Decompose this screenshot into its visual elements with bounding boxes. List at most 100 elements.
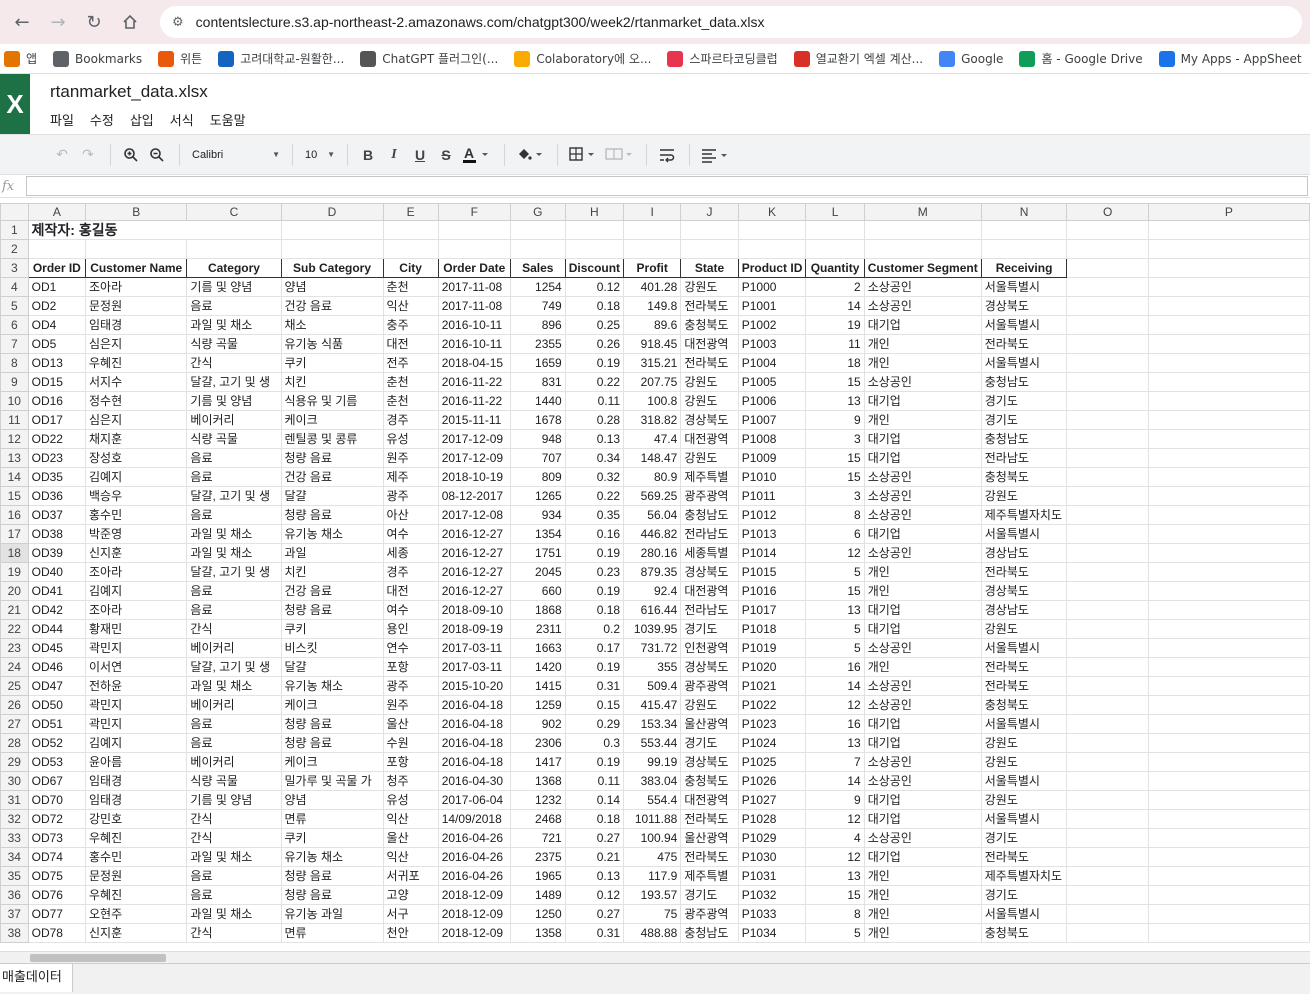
cell[interactable]: 15 <box>805 885 865 905</box>
cell[interactable]: 89.6 <box>623 315 682 335</box>
cell[interactable]: 울산 <box>382 828 439 848</box>
cell[interactable]: 간식 <box>186 809 282 829</box>
cell[interactable]: 곽민지 <box>85 638 188 658</box>
cell[interactable]: 2018-12-09 <box>437 904 511 924</box>
cell[interactable]: OD22 <box>27 429 87 449</box>
cell[interactable]: 207.75 <box>623 372 682 392</box>
cell[interactable] <box>1066 847 1149 867</box>
cell[interactable] <box>1066 923 1149 943</box>
select-all-corner[interactable] <box>0 203 29 221</box>
cell[interactable]: 소상공인 <box>863 638 982 658</box>
row-header[interactable]: 20 <box>0 581 29 601</box>
cell[interactable]: 16 <box>805 657 865 677</box>
row-header[interactable]: 7 <box>0 334 29 354</box>
cell[interactable]: 소상공인 <box>863 296 982 316</box>
cell[interactable]: 0.11 <box>564 391 625 411</box>
cell[interactable]: P1033 <box>737 904 807 924</box>
cell[interactable]: P1000 <box>737 277 807 297</box>
cell[interactable] <box>980 220 1068 240</box>
cell[interactable] <box>680 239 739 259</box>
cell[interactable]: 경상북도 <box>680 410 739 430</box>
cell[interactable]: 대전광역 <box>680 581 739 601</box>
cell[interactable] <box>1147 866 1310 886</box>
header-cell[interactable]: State <box>680 258 739 278</box>
cell[interactable]: 0.12 <box>564 277 625 297</box>
cell[interactable] <box>1066 771 1149 791</box>
row-header[interactable]: 11 <box>0 410 29 430</box>
cell[interactable]: 유기농 식품 <box>280 334 384 354</box>
cell[interactable]: 원주 <box>382 448 439 468</box>
cell[interactable]: P1031 <box>737 866 807 886</box>
column-header[interactable]: P <box>1147 203 1310 221</box>
row-header[interactable]: 28 <box>0 733 29 753</box>
cell[interactable] <box>623 239 682 259</box>
header-cell[interactable]: Quantity <box>805 258 865 278</box>
cell[interactable]: OD35 <box>27 467 87 487</box>
cell[interactable]: 1420 <box>509 657 566 677</box>
cell[interactable]: 0.34 <box>564 448 625 468</box>
cell[interactable] <box>1066 752 1149 772</box>
cell[interactable]: 강원도 <box>980 790 1068 810</box>
cell[interactable]: 1354 <box>509 524 566 544</box>
cell[interactable]: 2468 <box>509 809 566 829</box>
cell[interactable]: 99.19 <box>623 752 682 772</box>
cell[interactable]: 익산 <box>382 847 439 867</box>
cell[interactable]: 660 <box>509 581 566 601</box>
cell[interactable]: 여수 <box>382 600 439 620</box>
cell[interactable] <box>85 239 188 259</box>
header-cell[interactable]: Product ID <box>737 258 807 278</box>
cell[interactable]: 2017-11-08 <box>437 296 511 316</box>
cell[interactable]: 4 <box>805 828 865 848</box>
cell[interactable]: 14 <box>805 676 865 696</box>
cell[interactable]: 과일 및 채소 <box>186 676 282 696</box>
cell[interactable]: 충청남도 <box>980 372 1068 392</box>
cell[interactable]: OD73 <box>27 828 87 848</box>
cell[interactable]: 13 <box>805 600 865 620</box>
cell[interactable]: 개인 <box>863 353 982 373</box>
cell[interactable]: 1011.88 <box>623 809 682 829</box>
cell[interactable]: 2016-04-26 <box>437 866 511 886</box>
cell[interactable]: P1006 <box>737 391 807 411</box>
cell[interactable]: 임태경 <box>85 315 188 335</box>
cell[interactable]: P1025 <box>737 752 807 772</box>
cell[interactable]: OD1 <box>27 277 87 297</box>
cell[interactable]: 서울특별시 <box>980 353 1068 373</box>
cell[interactable]: 청량 음료 <box>280 714 384 734</box>
cell[interactable]: 553.44 <box>623 733 682 753</box>
cell[interactable]: OD44 <box>27 619 87 639</box>
cell[interactable]: 경주 <box>382 410 439 430</box>
cell[interactable]: 2016-04-26 <box>437 828 511 848</box>
cell[interactable]: 개인 <box>863 904 982 924</box>
cell[interactable]: P1034 <box>737 923 807 943</box>
cell[interactable]: 0.35 <box>564 505 625 525</box>
cell[interactable]: 0.25 <box>564 315 625 335</box>
cell[interactable]: 경기도 <box>980 828 1068 848</box>
cell[interactable]: 56.04 <box>623 505 682 525</box>
cell[interactable]: 대전광역 <box>680 790 739 810</box>
cell[interactable] <box>680 220 739 240</box>
cell[interactable]: P1003 <box>737 334 807 354</box>
row-header[interactable]: 4 <box>0 277 29 297</box>
cell[interactable]: 경상남도 <box>980 543 1068 563</box>
cell[interactable] <box>1066 296 1149 316</box>
cell[interactable]: 강원도 <box>980 619 1068 639</box>
cell[interactable] <box>1066 676 1149 696</box>
cell[interactable]: 과일 및 채소 <box>186 543 282 563</box>
cell[interactable]: 0.18 <box>564 296 625 316</box>
cell[interactable]: 춘천 <box>382 277 439 297</box>
cell[interactable]: 1440 <box>509 391 566 411</box>
cell[interactable]: 2018-12-09 <box>437 885 511 905</box>
cell[interactable]: 포항 <box>382 657 439 677</box>
font-size-select[interactable]: 10 ▼ <box>301 143 339 167</box>
bookmark-item[interactable]: Google <box>939 50 1003 67</box>
cell[interactable]: 896 <box>509 315 566 335</box>
cell[interactable]: 소상공인 <box>863 771 982 791</box>
cell[interactable]: 울산광역 <box>680 828 739 848</box>
cell[interactable]: 개인 <box>863 581 982 601</box>
cell[interactable] <box>1066 258 1149 278</box>
cell[interactable]: OD37 <box>27 505 87 525</box>
cell[interactable]: 12 <box>805 847 865 867</box>
cell[interactable] <box>1066 581 1149 601</box>
cell[interactable] <box>1147 714 1310 734</box>
cell[interactable]: 충청남도 <box>980 429 1068 449</box>
